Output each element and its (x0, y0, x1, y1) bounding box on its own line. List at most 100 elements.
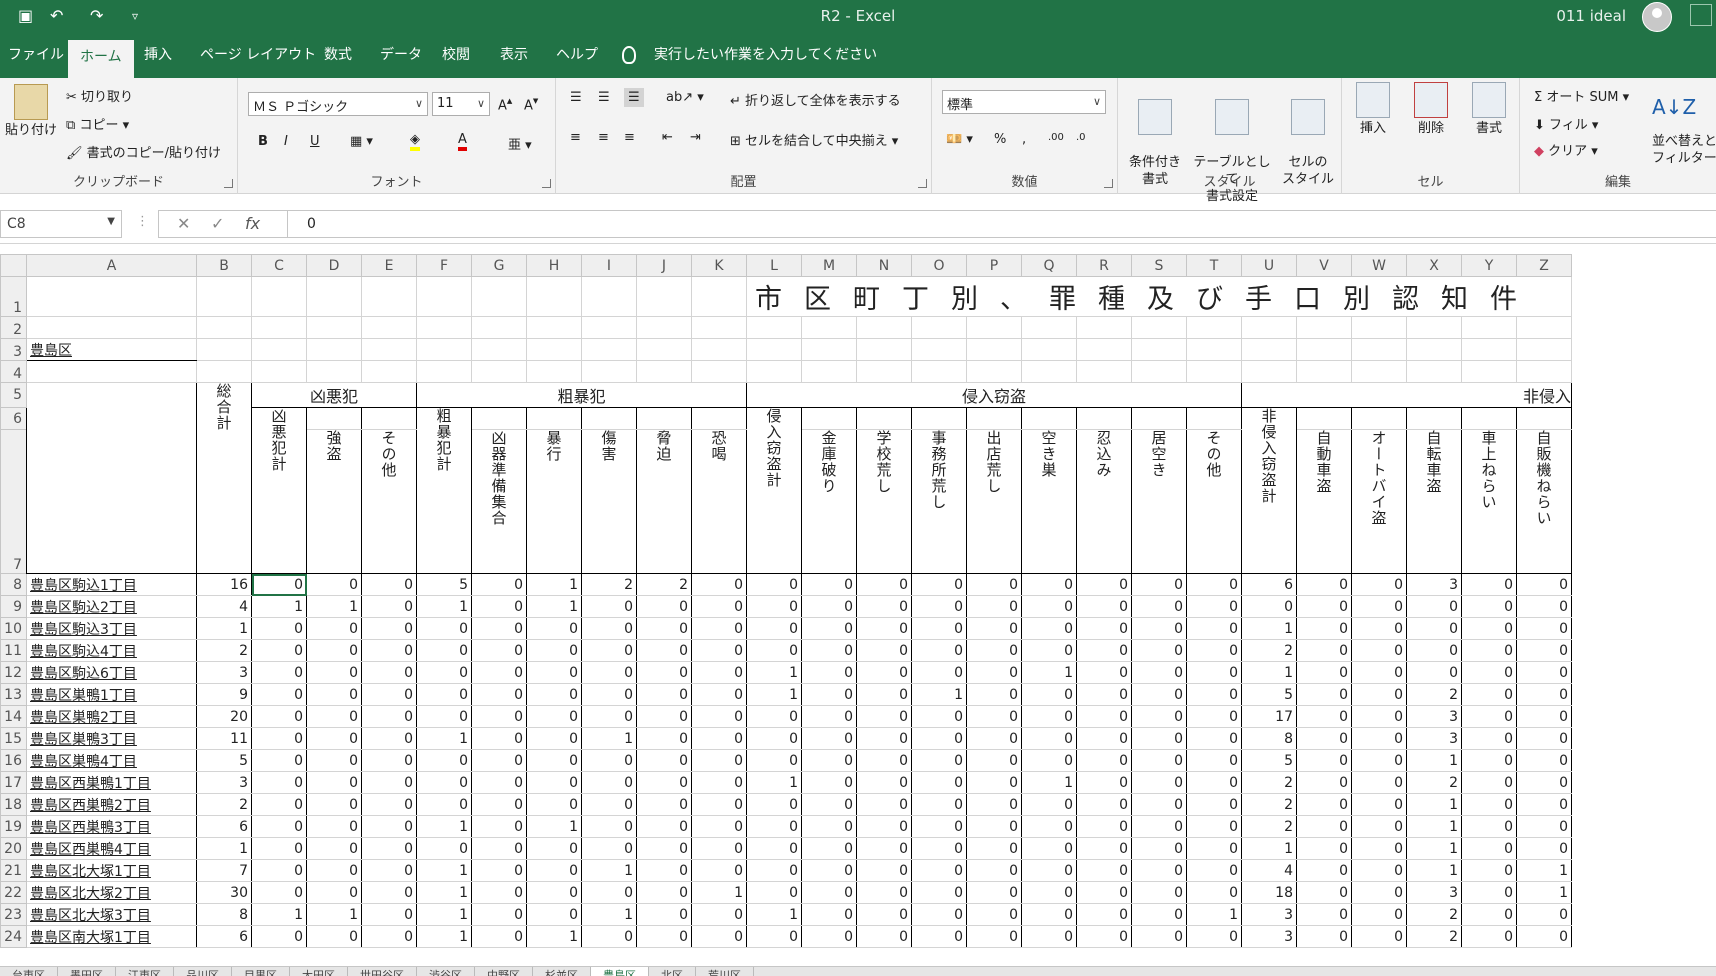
cell[interactable] (911, 360, 967, 383)
value-cell[interactable]: 0 (636, 925, 692, 948)
delete-cells-button[interactable]: 削除 (1404, 82, 1458, 137)
value-cell[interactable]: 0 (1296, 661, 1352, 684)
value-cell[interactable]: 0 (1186, 617, 1242, 640)
cell[interactable] (801, 338, 857, 361)
sheet-tab[interactable]: 江東区 (116, 967, 174, 976)
cell[interactable] (1021, 338, 1077, 361)
cell[interactable] (581, 407, 637, 430)
value-cell[interactable]: 0 (1516, 837, 1572, 860)
value-cell[interactable]: 2 (196, 639, 252, 662)
value-cell[interactable]: 0 (251, 837, 307, 860)
cell[interactable] (1406, 338, 1462, 361)
cell[interactable] (471, 316, 527, 339)
enter-icon[interactable]: ✓ (211, 214, 224, 233)
column-header[interactable]: F (416, 254, 472, 277)
sheet-tab[interactable]: 台東区 (0, 967, 58, 976)
column-header[interactable]: P (966, 254, 1022, 277)
cell[interactable] (636, 276, 692, 317)
value-cell[interactable]: 0 (856, 837, 912, 860)
value-cell[interactable]: 0 (1351, 639, 1407, 662)
value-cell[interactable]: 0 (856, 705, 912, 728)
column-header[interactable]: E (361, 254, 417, 277)
subheader-W[interactable]: オートバイ盗 (1351, 429, 1407, 574)
value-cell[interactable]: 5 (196, 749, 252, 772)
value-cell[interactable]: 0 (1076, 859, 1132, 882)
value-cell[interactable]: 0 (966, 837, 1022, 860)
cell[interactable] (1296, 338, 1352, 361)
value-cell[interactable]: 0 (801, 749, 857, 772)
column-header[interactable]: U (1241, 254, 1297, 277)
value-cell[interactable]: 0 (856, 793, 912, 816)
row-header[interactable]: 10 (0, 617, 27, 640)
value-cell[interactable]: 0 (1296, 595, 1352, 618)
cell[interactable] (1461, 407, 1517, 430)
value-cell[interactable]: 0 (1186, 705, 1242, 728)
value-cell[interactable]: 0 (1076, 815, 1132, 838)
value-cell[interactable]: 0 (966, 903, 1022, 926)
value-cell[interactable]: 0 (1021, 727, 1077, 750)
cell[interactable] (911, 316, 967, 339)
value-cell[interactable]: 0 (856, 683, 912, 706)
format-cells-button[interactable]: 書式 (1462, 82, 1516, 137)
value-cell[interactable]: 0 (966, 859, 1022, 882)
value-cell[interactable]: 0 (526, 705, 582, 728)
column-header[interactable]: R (1076, 254, 1132, 277)
value-cell[interactable]: 0 (966, 573, 1022, 596)
value-cell[interactable]: 0 (691, 617, 747, 640)
header-total[interactable]: 総合計 (196, 382, 252, 574)
value-cell[interactable]: 0 (306, 617, 362, 640)
value-cell[interactable]: 11 (196, 727, 252, 750)
value-cell[interactable]: 0 (1021, 573, 1077, 596)
cell[interactable] (691, 276, 747, 317)
worksheet-grid[interactable]: A B C D E F G H I J K L M N O P Q R S T U V W X Y Z 1 市区町丁別、罪種及び手口別… (0, 254, 1716, 970)
cell[interactable] (471, 407, 527, 430)
currency-icon[interactable]: 💴 ▾ (946, 132, 973, 147)
group-header-kyoaku[interactable]: 凶悪犯 (251, 382, 417, 408)
cell[interactable] (636, 338, 692, 361)
number-format-combo[interactable]: 標準 ∨ (942, 90, 1106, 114)
value-cell[interactable]: 0 (966, 683, 1022, 706)
value-cell[interactable]: 1 (1241, 661, 1297, 684)
value-cell[interactable]: 0 (636, 683, 692, 706)
cancel-icon[interactable]: ✕ (177, 214, 190, 233)
value-cell[interactable]: 0 (911, 925, 967, 948)
insert-cells-button[interactable]: 挿入 (1346, 82, 1400, 137)
value-cell[interactable]: 0 (1021, 793, 1077, 816)
cell[interactable] (856, 360, 912, 383)
subheader-V[interactable]: 自動車盗 (1296, 429, 1352, 574)
value-cell[interactable]: 0 (911, 595, 967, 618)
value-cell[interactable]: 4 (1241, 859, 1297, 882)
cell[interactable] (306, 407, 362, 430)
value-cell[interactable]: 0 (1021, 683, 1077, 706)
bold-button[interactable]: B (258, 134, 268, 149)
value-cell[interactable]: 0 (1461, 595, 1517, 618)
value-cell[interactable]: 0 (306, 749, 362, 772)
value-cell[interactable]: 0 (526, 881, 582, 904)
value-cell[interactable]: 0 (1296, 705, 1352, 728)
value-cell[interactable]: 0 (636, 727, 692, 750)
value-cell[interactable]: 0 (1296, 617, 1352, 640)
value-cell[interactable]: 0 (856, 815, 912, 838)
value-cell[interactable]: 0 (636, 859, 692, 882)
value-cell[interactable]: 0 (856, 925, 912, 948)
value-cell[interactable]: 4 (196, 595, 252, 618)
row-header[interactable]: 22 (0, 881, 27, 904)
value-cell[interactable]: 0 (1076, 727, 1132, 750)
value-cell[interactable]: 1 (416, 903, 472, 926)
cell[interactable] (1021, 316, 1077, 339)
value-cell[interactable]: 0 (966, 661, 1022, 684)
area-name-cell[interactable]: 豊島区駒込2丁目 (26, 595, 197, 618)
tab-page-layout[interactable]: ページ レイアウト (200, 44, 316, 64)
value-cell[interactable]: 0 (1461, 639, 1517, 662)
value-cell[interactable]: 0 (1131, 683, 1187, 706)
cell[interactable] (581, 360, 637, 383)
value-cell[interactable]: 0 (691, 771, 747, 794)
cell[interactable] (1186, 316, 1242, 339)
value-cell[interactable]: 0 (1076, 683, 1132, 706)
cell[interactable] (196, 276, 252, 317)
value-cell[interactable]: 0 (581, 595, 637, 618)
value-cell[interactable]: 0 (691, 859, 747, 882)
value-cell[interactable]: 0 (801, 815, 857, 838)
cell[interactable] (1461, 316, 1517, 339)
value-cell[interactable]: 0 (1516, 705, 1572, 728)
